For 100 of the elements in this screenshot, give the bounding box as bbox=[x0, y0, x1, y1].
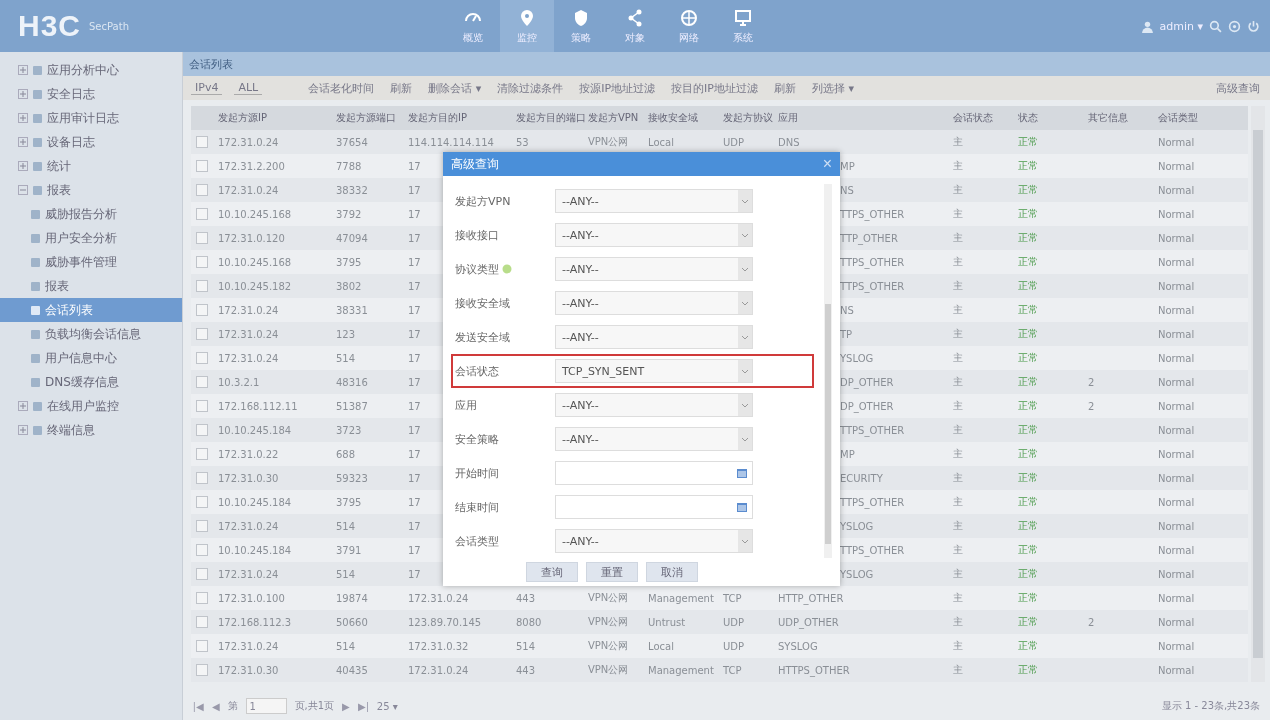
table-cell: 172.31.0.24 bbox=[218, 184, 279, 196]
table-cell: 主 bbox=[953, 208, 963, 219]
table-cell: 172.31.0.24 bbox=[218, 520, 279, 532]
table-cell: 主 bbox=[953, 448, 963, 459]
table-cell: 3802 bbox=[336, 280, 362, 292]
table-cell: 主 bbox=[953, 256, 963, 267]
table-cell: 443 bbox=[516, 664, 536, 676]
table-cell: 17 bbox=[408, 232, 421, 244]
table-cell: 17 bbox=[408, 400, 421, 412]
table-cell: Normal bbox=[1158, 256, 1195, 268]
table-cell: TTPS_OTHER bbox=[840, 256, 905, 268]
table-cell: 正常 bbox=[1018, 520, 1038, 531]
table-cell: TCP bbox=[723, 592, 742, 604]
table-cell: 正常 bbox=[1018, 232, 1038, 243]
table-cell: 正常 bbox=[1018, 400, 1038, 411]
table-cell: 51387 bbox=[336, 400, 368, 412]
table-cell: 3723 bbox=[336, 424, 362, 436]
table-cell: 443 bbox=[516, 592, 536, 604]
table-cell: 172.31.0.24 bbox=[408, 664, 469, 676]
table-cell: Normal bbox=[1158, 664, 1195, 676]
record-summary: 显示 1 - 23条,共23条 bbox=[1161, 699, 1260, 713]
table-cell: 38331 bbox=[336, 304, 368, 316]
table-cell: VPN公网 bbox=[588, 640, 629, 651]
table-cell: 正常 bbox=[1018, 304, 1038, 315]
table-cell: 正常 bbox=[1018, 592, 1038, 603]
table-cell: 正常 bbox=[1018, 472, 1038, 483]
table-cell: 172.168.112.11 bbox=[218, 400, 298, 412]
table-cell: 正常 bbox=[1018, 256, 1038, 267]
table-cell: 17 bbox=[408, 496, 421, 508]
table-cell: 19874 bbox=[336, 592, 368, 604]
table-cell: 主 bbox=[953, 664, 963, 675]
table-cell: 114.114.114.114 bbox=[408, 136, 494, 148]
table-cell: 正常 bbox=[1018, 136, 1038, 147]
table-cell: Normal bbox=[1158, 592, 1195, 604]
table-cell: VPN公网 bbox=[588, 664, 629, 675]
table-cell: 172.31.0.32 bbox=[408, 640, 469, 652]
table-cell: 172.31.0.24 bbox=[218, 352, 279, 364]
table-cell: 172.31.0.24 bbox=[218, 136, 279, 148]
table-cell: 53 bbox=[516, 136, 529, 148]
table-cell: Normal bbox=[1158, 304, 1195, 316]
page-label: 第 bbox=[227, 699, 238, 713]
table-cell: 514 bbox=[516, 640, 536, 652]
table-cell: YSLOG bbox=[840, 352, 874, 364]
table-cell: UDP bbox=[723, 616, 745, 628]
table-cell: Normal bbox=[1158, 568, 1195, 580]
page-total: 页,共1页 bbox=[294, 699, 335, 713]
table-cell: Normal bbox=[1158, 376, 1195, 388]
table-cell: 17 bbox=[408, 568, 421, 580]
table-cell: Management bbox=[648, 664, 714, 676]
table-cell: 172.168.112.3 bbox=[218, 616, 292, 628]
table-cell: 正常 bbox=[1018, 280, 1038, 291]
table-cell: Normal bbox=[1158, 424, 1195, 436]
table-cell: 正常 bbox=[1018, 568, 1038, 579]
table-cell: 正常 bbox=[1018, 544, 1038, 555]
table-cell: Normal bbox=[1158, 280, 1195, 292]
table-cell: UDP bbox=[723, 136, 745, 148]
table-cell: 172.31.0.24 bbox=[218, 640, 279, 652]
field-label: 结束时间 bbox=[455, 499, 499, 515]
table-cell: 主 bbox=[953, 544, 963, 555]
table-cell: 主 bbox=[953, 520, 963, 531]
table-cell: 正常 bbox=[1018, 328, 1038, 339]
table-cell: 514 bbox=[336, 520, 356, 532]
table-cell: Local bbox=[648, 640, 674, 652]
table-cell: 10.10.245.184 bbox=[218, 544, 292, 556]
table-cell: UDP bbox=[723, 640, 745, 652]
table-cell: 7788 bbox=[336, 160, 362, 172]
table-cell: 17 bbox=[408, 304, 421, 316]
table-cell: VPN公网 bbox=[588, 136, 629, 147]
table-cell: 主 bbox=[953, 328, 963, 339]
product-name: SecPath bbox=[89, 20, 129, 32]
table-cell: 48316 bbox=[336, 376, 368, 388]
table-cell: 主 bbox=[953, 184, 963, 195]
table-cell: 正常 bbox=[1018, 160, 1038, 171]
table-cell: 123 bbox=[336, 328, 356, 340]
table-cell: TTPS_OTHER bbox=[840, 424, 905, 436]
table-cell: 正常 bbox=[1018, 208, 1038, 219]
table-cell: 10.3.2.1 bbox=[218, 376, 260, 388]
table-cell: 3791 bbox=[336, 544, 362, 556]
table-cell: Normal bbox=[1158, 520, 1195, 532]
table-cell: 正常 bbox=[1018, 616, 1038, 627]
table-cell: 3792 bbox=[336, 208, 362, 220]
table-cell: Normal bbox=[1158, 232, 1195, 244]
table-cell: Normal bbox=[1158, 496, 1195, 508]
table-cell: 主 bbox=[953, 304, 963, 315]
table-cell: 主 bbox=[953, 568, 963, 579]
table-cell: NS bbox=[840, 304, 854, 316]
table-cell: 17 bbox=[408, 208, 421, 220]
table-cell: 正常 bbox=[1018, 352, 1038, 363]
table-cell: 正常 bbox=[1018, 376, 1038, 387]
table-cell: 172.31.0.24 bbox=[218, 328, 279, 340]
table-cell: 主 bbox=[953, 136, 963, 147]
table-cell: 8080 bbox=[516, 616, 542, 628]
table-cell: 17 bbox=[408, 256, 421, 268]
table-cell: HTTP_OTHER bbox=[778, 592, 844, 604]
field-label: 接收安全域 bbox=[455, 295, 510, 311]
table-cell: 17 bbox=[408, 472, 421, 484]
table-cell: 172.31.0.100 bbox=[218, 592, 285, 604]
table-cell: 514 bbox=[336, 352, 356, 364]
table-cell: DP_OTHER bbox=[840, 400, 894, 412]
table-cell: 主 bbox=[953, 616, 963, 627]
